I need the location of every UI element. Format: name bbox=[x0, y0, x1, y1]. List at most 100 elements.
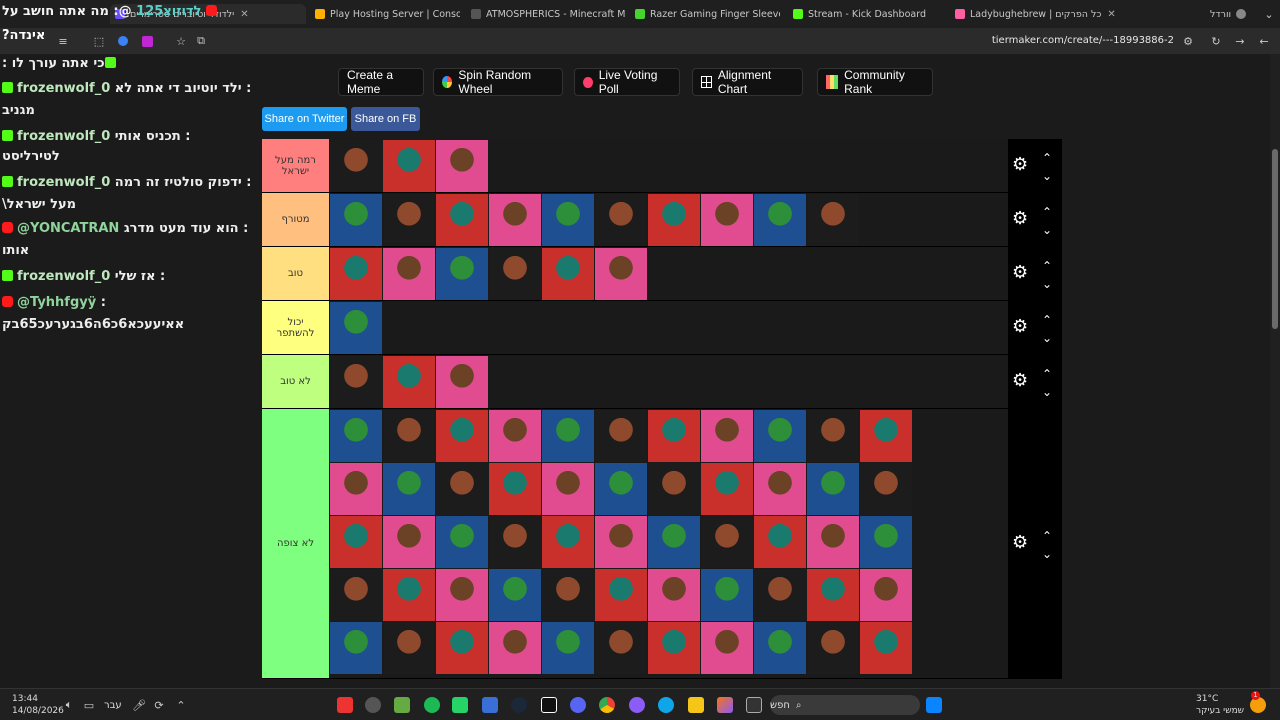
app-whatsapp-icon[interactable] bbox=[452, 697, 468, 713]
gear-icon[interactable]: ⚙ bbox=[1012, 264, 1030, 282]
language-indicator[interactable]: עבר bbox=[104, 700, 122, 711]
tier-item-image[interactable] bbox=[807, 194, 859, 246]
tier-item-image[interactable] bbox=[860, 410, 912, 462]
move-down-icon[interactable]: ⌄ bbox=[1040, 332, 1054, 344]
clock-time[interactable]: 13:44 bbox=[12, 694, 38, 704]
tier-item-image[interactable] bbox=[701, 622, 753, 674]
move-up-icon[interactable]: ⌃ bbox=[1040, 260, 1054, 272]
gear-icon[interactable]: ⚙ bbox=[1012, 156, 1030, 174]
tier-item-image[interactable] bbox=[542, 248, 594, 300]
tier-item-image[interactable] bbox=[542, 463, 594, 515]
move-down-icon[interactable]: ⌄ bbox=[1040, 386, 1054, 398]
tier-label[interactable]: יכול להשתפר bbox=[262, 301, 329, 354]
app-copilot-icon[interactable] bbox=[717, 697, 733, 713]
weather-temp[interactable]: 31°C bbox=[1196, 694, 1218, 704]
move-down-icon[interactable]: ⌄ bbox=[1040, 224, 1054, 236]
move-down-icon[interactable]: ⌄ bbox=[1040, 278, 1054, 290]
tab-close-icon[interactable]: ✕ bbox=[1107, 9, 1115, 20]
tier-item-image[interactable] bbox=[489, 622, 541, 674]
tier-item-image[interactable] bbox=[807, 569, 859, 621]
tier-item-image[interactable] bbox=[330, 194, 382, 246]
network-icon[interactable]: ▭ bbox=[82, 698, 96, 712]
tier-item-image[interactable] bbox=[489, 463, 541, 515]
tier-item-image[interactable] bbox=[648, 622, 700, 674]
move-up-icon[interactable]: ⌃ bbox=[1040, 206, 1054, 218]
app-purple-icon[interactable] bbox=[629, 697, 645, 713]
move-up-icon[interactable]: ⌃ bbox=[1040, 152, 1054, 164]
tier-item-image[interactable] bbox=[807, 410, 859, 462]
tier-item-image[interactable] bbox=[860, 516, 912, 568]
tab-play-hosting[interactable]: Play Hosting Server | Console bbox=[310, 4, 460, 24]
app-obs-icon[interactable] bbox=[365, 697, 381, 713]
gear-icon[interactable]: ⚙ bbox=[1012, 372, 1030, 390]
vpn-icon[interactable] bbox=[116, 34, 130, 48]
tier-item-image[interactable] bbox=[648, 516, 700, 568]
tier-label[interactable]: רמה מעל ישראל bbox=[262, 139, 329, 192]
clock-date[interactable]: 14/08/2026 bbox=[12, 706, 64, 716]
site-settings-icon[interactable]: ⚙ bbox=[1181, 34, 1195, 48]
app-edge-icon[interactable] bbox=[658, 697, 674, 713]
tier-label[interactable]: מטורף bbox=[262, 193, 329, 246]
tier-item-image[interactable] bbox=[595, 569, 647, 621]
tier-item-image[interactable] bbox=[383, 356, 435, 408]
share-twitter-button[interactable]: Share on Twitter bbox=[262, 107, 347, 131]
app-store-icon[interactable] bbox=[482, 697, 498, 713]
community-rank-button[interactable]: Community Rank bbox=[817, 68, 933, 96]
page-scrollbar[interactable] bbox=[1270, 54, 1280, 688]
tier-item-image[interactable] bbox=[701, 516, 753, 568]
tier-item-image[interactable] bbox=[330, 622, 382, 674]
sync-icon[interactable]: ⟳ bbox=[152, 698, 166, 712]
app-steam-icon[interactable] bbox=[511, 697, 527, 713]
tier-item-image[interactable] bbox=[489, 569, 541, 621]
extension-icon[interactable]: ⬚ bbox=[92, 34, 106, 48]
scrollbar-thumb[interactable] bbox=[1272, 149, 1278, 329]
tier-item-image[interactable] bbox=[436, 463, 488, 515]
tier-item-image[interactable] bbox=[754, 516, 806, 568]
tier-item-image[interactable] bbox=[807, 622, 859, 674]
weather-text[interactable]: שמשי בעיקר bbox=[1196, 706, 1244, 716]
taskbar-search[interactable]: ⌕ חפש bbox=[770, 695, 920, 715]
tier-label[interactable]: טוב bbox=[262, 247, 329, 300]
tier-item-image[interactable] bbox=[754, 622, 806, 674]
tier-label[interactable]: לא טוב bbox=[262, 355, 329, 408]
tier-item-image[interactable] bbox=[489, 516, 541, 568]
volume-icon[interactable]: 🔈︎ bbox=[62, 698, 76, 712]
tier-item-image[interactable] bbox=[383, 248, 435, 300]
tier-item-image[interactable] bbox=[330, 410, 382, 462]
tier-item-image[interactable] bbox=[436, 516, 488, 568]
move-down-icon[interactable]: ⌄ bbox=[1040, 170, 1054, 182]
microphone-icon[interactable]: 🎤︎ bbox=[132, 698, 146, 712]
app-discord-icon[interactable] bbox=[570, 697, 586, 713]
tier-item-image[interactable] bbox=[383, 140, 435, 192]
move-up-icon[interactable]: ⌃ bbox=[1040, 530, 1054, 542]
tab-list-icon[interactable]: ⌄ bbox=[1262, 7, 1276, 21]
tab-atmospherics[interactable]: ATMOSPHERICS - Minecraft M... bbox=[466, 4, 626, 24]
tier-item-image[interactable] bbox=[701, 463, 753, 515]
tier-item-image[interactable] bbox=[436, 194, 488, 246]
tier-item-image[interactable] bbox=[383, 463, 435, 515]
reading-list-icon[interactable]: ≡ bbox=[56, 34, 70, 48]
tier-item-image[interactable] bbox=[436, 248, 488, 300]
tier-item-image[interactable] bbox=[807, 463, 859, 515]
tier-item-image[interactable] bbox=[860, 622, 912, 674]
app-spotify-icon[interactable] bbox=[424, 697, 440, 713]
tier-item-image[interactable] bbox=[436, 356, 488, 408]
app-minecraft-icon[interactable] bbox=[394, 697, 410, 713]
tab-razer[interactable]: Razer Gaming Finger Sleeve - ... bbox=[630, 4, 780, 24]
app-red-icon[interactable] bbox=[337, 697, 353, 713]
reload-icon[interactable]: ↻ bbox=[1209, 34, 1223, 48]
tier-item-image[interactable] bbox=[489, 248, 541, 300]
tier-item-image[interactable] bbox=[330, 569, 382, 621]
tier-item-image[interactable] bbox=[754, 194, 806, 246]
tier-item-image[interactable] bbox=[860, 463, 912, 515]
move-up-icon[interactable]: ⌃ bbox=[1040, 314, 1054, 326]
tier-item-image[interactable] bbox=[489, 410, 541, 462]
forward-icon[interactable]: → bbox=[1233, 34, 1247, 48]
tab-kick-dashboard[interactable]: Stream - Kick Dashboard bbox=[788, 4, 928, 24]
tier-item-image[interactable] bbox=[648, 463, 700, 515]
tier-item-image[interactable] bbox=[648, 410, 700, 462]
tab-wordle[interactable]: וורדל bbox=[1210, 4, 1260, 24]
app-chrome-icon[interactable] bbox=[599, 697, 615, 713]
tier-item-image[interactable] bbox=[595, 248, 647, 300]
tier-item-image[interactable] bbox=[489, 194, 541, 246]
